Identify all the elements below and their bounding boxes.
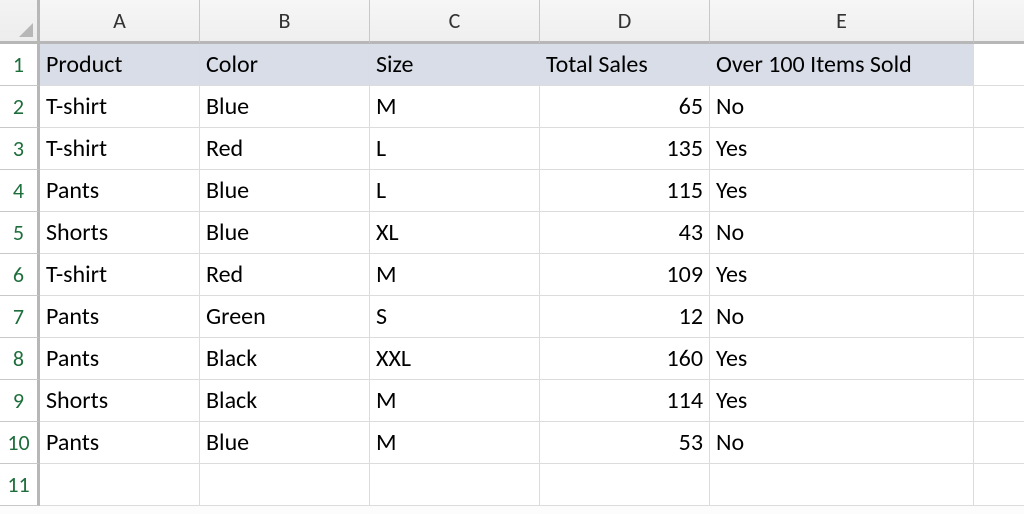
cell-c8[interactable]: XXL (370, 338, 540, 380)
row-header-8[interactable]: 8 (0, 338, 40, 380)
cell-e6[interactable]: Yes (710, 254, 974, 296)
spreadsheet-sheet: A B C D E 1 Product Color Size Total Sal… (0, 0, 1024, 506)
cell-d3[interactable]: 135 (540, 128, 710, 170)
cell-d9[interactable]: 114 (540, 380, 710, 422)
cell-c2[interactable]: M (370, 86, 540, 128)
row-header-5[interactable]: 5 (0, 212, 40, 254)
cell-c9[interactable]: M (370, 380, 540, 422)
cell-rest[interactable] (974, 128, 1024, 170)
col-header-d[interactable]: D (540, 0, 710, 44)
cell-b1[interactable]: Color (200, 44, 370, 86)
cell-c10[interactable]: M (370, 422, 540, 464)
cell-rest[interactable] (974, 338, 1024, 380)
cell-b3[interactable]: Red (200, 128, 370, 170)
table-row: 6 T-shirt Red M 109 Yes (0, 254, 1024, 296)
cell-d2[interactable]: 65 (540, 86, 710, 128)
cell-d5[interactable]: 43 (540, 212, 710, 254)
table-row: 5 Shorts Blue XL 43 No (0, 212, 1024, 254)
cell-rest[interactable] (974, 254, 1024, 296)
row-header-6[interactable]: 6 (0, 254, 40, 296)
cell-e9[interactable]: Yes (710, 380, 974, 422)
cell-e8[interactable]: Yes (710, 338, 974, 380)
table-row: 1 Product Color Size Total Sales Over 10… (0, 44, 1024, 86)
cell-d7[interactable]: 12 (540, 296, 710, 338)
cell-a9[interactable]: Shorts (40, 380, 200, 422)
cell-e11[interactable] (710, 464, 974, 506)
table-row: 8 Pants Black XXL 160 Yes (0, 338, 1024, 380)
table-row: 4 Pants Blue L 115 Yes (0, 170, 1024, 212)
select-all-corner[interactable] (0, 0, 40, 44)
col-header-a[interactable]: A (40, 0, 200, 44)
cell-b7[interactable]: Green (200, 296, 370, 338)
cell-d10[interactable]: 53 (540, 422, 710, 464)
cell-b5[interactable]: Blue (200, 212, 370, 254)
cell-b9[interactable]: Black (200, 380, 370, 422)
row-header-11[interactable]: 11 (0, 464, 40, 506)
cell-e10[interactable]: No (710, 422, 974, 464)
cell-a4[interactable]: Pants (40, 170, 200, 212)
cell-e3[interactable]: Yes (710, 128, 974, 170)
cell-a1[interactable]: Product (40, 44, 200, 86)
cell-c5[interactable]: XL (370, 212, 540, 254)
cell-a2[interactable]: T-shirt (40, 86, 200, 128)
cell-c6[interactable]: M (370, 254, 540, 296)
cell-e2[interactable]: No (710, 86, 974, 128)
cell-d8[interactable]: 160 (540, 338, 710, 380)
cell-rest[interactable] (974, 44, 1024, 86)
row-header-4[interactable]: 4 (0, 170, 40, 212)
cell-a6[interactable]: T-shirt (40, 254, 200, 296)
cell-a3[interactable]: T-shirt (40, 128, 200, 170)
col-header-e[interactable]: E (710, 0, 974, 44)
cell-rest[interactable] (974, 296, 1024, 338)
table-row: 10 Pants Blue M 53 No (0, 422, 1024, 464)
row-header-1[interactable]: 1 (0, 44, 40, 86)
cell-rest[interactable] (974, 464, 1024, 506)
row-header-3[interactable]: 3 (0, 128, 40, 170)
cell-b8[interactable]: Black (200, 338, 370, 380)
column-header-row: A B C D E (0, 0, 1024, 44)
col-header-rest (974, 0, 1024, 44)
row-header-7[interactable]: 7 (0, 296, 40, 338)
table-row: 11 (0, 464, 1024, 506)
cell-e7[interactable]: No (710, 296, 974, 338)
cell-b4[interactable]: Blue (200, 170, 370, 212)
col-header-b[interactable]: B (200, 0, 370, 44)
row-header-9[interactable]: 9 (0, 380, 40, 422)
cell-a10[interactable]: Pants (40, 422, 200, 464)
col-header-c[interactable]: C (370, 0, 540, 44)
table-row: 2 T-shirt Blue M 65 No (0, 86, 1024, 128)
cell-c1[interactable]: Size (370, 44, 540, 86)
cell-e4[interactable]: Yes (710, 170, 974, 212)
cell-a11[interactable] (40, 464, 200, 506)
cell-d11[interactable] (540, 464, 710, 506)
cell-d4[interactable]: 115 (540, 170, 710, 212)
cell-b10[interactable]: Blue (200, 422, 370, 464)
cell-e5[interactable]: No (710, 212, 974, 254)
cell-rest[interactable] (974, 380, 1024, 422)
row-header-2[interactable]: 2 (0, 86, 40, 128)
cell-rest[interactable] (974, 86, 1024, 128)
cell-e1[interactable]: Over 100 Items Sold (710, 44, 974, 86)
cell-a7[interactable]: Pants (40, 296, 200, 338)
cell-rest[interactable] (974, 212, 1024, 254)
cell-d6[interactable]: 109 (540, 254, 710, 296)
row-header-10[interactable]: 10 (0, 422, 40, 464)
cell-b6[interactable]: Red (200, 254, 370, 296)
cell-b2[interactable]: Blue (200, 86, 370, 128)
cell-rest[interactable] (974, 170, 1024, 212)
cell-a8[interactable]: Pants (40, 338, 200, 380)
cell-c7[interactable]: S (370, 296, 540, 338)
cell-d1[interactable]: Total Sales (540, 44, 710, 86)
cell-b11[interactable] (200, 464, 370, 506)
cell-a5[interactable]: Shorts (40, 212, 200, 254)
cell-c4[interactable]: L (370, 170, 540, 212)
table-row: 7 Pants Green S 12 No (0, 296, 1024, 338)
cell-c11[interactable] (370, 464, 540, 506)
cell-rest[interactable] (974, 422, 1024, 464)
table-row: 3 T-shirt Red L 135 Yes (0, 128, 1024, 170)
cell-c3[interactable]: L (370, 128, 540, 170)
table-row: 9 Shorts Black M 114 Yes (0, 380, 1024, 422)
